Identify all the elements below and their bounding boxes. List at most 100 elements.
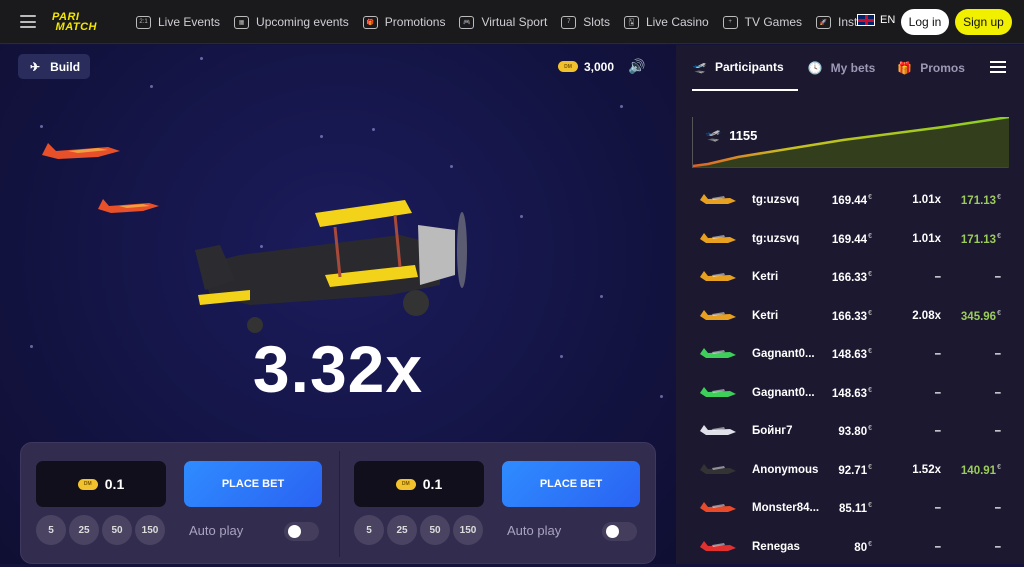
opponent-jet-icon [95,195,161,219]
cashout-multiplier: – [935,348,941,360]
chip-50[interactable]: 50 [102,515,132,545]
parimatch-logo[interactable]: PARI MATCH [52,12,97,32]
chip-25[interactable]: 25 [387,515,417,545]
participant-row: Anonymous 92.71€ 1.52x 140.91€ [676,452,1024,491]
currency-symbol: € [868,425,872,432]
bet-value: 166.33 [832,272,867,284]
chip-50[interactable]: 50 [420,515,450,545]
takeoff-icon: 🛫 [692,60,707,74]
player-plane-icon [698,383,738,403]
auto-play-label: Auto play [189,523,243,538]
bet-amount-value: 0.1 [423,476,442,492]
nav-item-slots[interactable]: 7Slots [561,15,610,29]
participants-chart: 🛫1155 [692,117,1008,168]
place-bet-button[interactable]: PLACE BET [184,461,322,507]
chip-25[interactable]: 25 [69,515,99,545]
chip-150[interactable]: 150 [453,515,483,545]
bet-amount: 148.63€ [832,387,872,400]
chip-5[interactable]: 5 [36,515,66,545]
player-plane-icon [698,421,738,441]
bet-value: 93.80 [838,426,867,438]
build-label: Build [50,60,80,74]
win-amount: 171.13€ [961,233,1001,246]
nav-label: Virtual Sport [481,15,547,29]
bet-amount-input[interactable]: DM 0.1 [354,461,484,507]
bet-value: 148.63 [832,349,867,361]
bet-amount-input[interactable]: DM0.1 [36,461,166,507]
tab-my-bets[interactable]: 🕓My bets [808,45,890,91]
nav-item-virtual-sport[interactable]: 🎮 Virtual Sport [459,15,547,29]
top-navigation-bar: PARI MATCH 2:1Live Events ▦Upcoming event… [0,0,1024,44]
star [372,128,375,131]
bet-value: 169.44 [832,233,867,245]
currency-symbol: € [997,310,1001,317]
player-name: Monster84... [752,502,824,514]
gamepad-icon: 🎮 [459,16,474,29]
currency-symbol: € [997,233,1001,240]
cashout-multiplier: – [935,271,941,283]
bet-value: 148.63 [832,387,867,399]
win-value: 171.13 [961,195,996,207]
currency-symbol: € [868,310,872,317]
panel-menu-icon[interactable] [990,61,1006,73]
win-amount: – [995,541,1001,553]
win-value: – [995,425,1001,437]
gift-icon: 🎁 [363,16,378,29]
win-value: – [995,541,1001,553]
player-plane-icon [698,344,738,364]
nav-label: Slots [583,15,610,29]
tab-label: My bets [831,61,876,75]
bet-amount: 169.44€ [832,233,872,246]
tab-participants[interactable]: 🛫Participants [692,45,798,91]
nav-item-live-casino[interactable]: 🂡Live Casino [624,15,709,29]
nav-label: Live Events [158,15,220,29]
participant-row: tg:uzsvq 169.44€ 1.01x 171.13€ [676,221,1024,260]
airplane-icon: ✈ [30,60,40,74]
bet-value: 92.71 [838,464,867,476]
place-bet-button[interactable]: PLACE BET [502,461,640,507]
tv-games-icon: + [723,16,738,29]
bet-panel: DM0.1 PLACE BET 52550150 Auto play DM0.1… [20,442,656,564]
bet-amount: 169.44€ [832,194,872,207]
panel-tabs: 🛫Participants🕓My bets🎁Promos [692,45,1008,91]
chip-5[interactable]: 5 [354,515,384,545]
auto-play-toggle[interactable] [284,522,319,541]
win-value: – [995,387,1001,399]
nav-item-upcoming-events[interactable]: ▦Upcoming events [234,15,349,29]
coin-icon: DM [396,479,416,490]
auto-play-toggle[interactable] [602,522,637,541]
nav-item-promotions[interactable]: 🎁Promotions [363,15,446,29]
win-amount: – [995,502,1001,514]
tab-promos[interactable]: 🎁Promos [897,45,979,91]
participant-row: Renegas 80€ – – [676,529,1024,567]
player-name: Бойнг7 [752,425,824,437]
cashout-multiplier: – [935,502,941,514]
win-amount: – [995,387,1001,399]
nav-item-tv-games[interactable]: +TV Games [723,15,802,29]
star [450,165,453,168]
signup-button[interactable]: Sign up [955,9,1012,35]
tab-label: Promos [920,61,965,75]
build-mode-button[interactable]: ✈ Build [18,54,90,79]
chip-150[interactable]: 150 [135,515,165,545]
bet-slot-2: DM0.1 PLACE BET 52550150 Auto play [339,443,657,564]
quick-chips: 52550150 [354,515,483,545]
player-plane-icon [698,306,738,326]
bet-value: 169.44 [832,195,867,207]
participant-row: Gagnant0... 148.63€ – – [676,336,1024,375]
currency-symbol: € [868,502,872,509]
participant-row: Monster84... 85.11€ – – [676,490,1024,529]
hamburger-menu-icon[interactable] [20,15,36,28]
language-selector[interactable]: EN [857,14,895,26]
bet-slot-1: DM0.1 PLACE BET 52550150 Auto play [21,443,339,564]
player-plane-icon [698,190,738,210]
nav-item-live-events[interactable]: 2:1Live Events [136,15,220,29]
cashout-multiplier: 1.01x [912,233,941,245]
sound-icon[interactable]: 🔊 [628,58,645,75]
bet-amount: 80€ [854,541,872,554]
balance-display: DM3,000🔊 [558,58,645,75]
login-button[interactable]: Log in [901,9,949,35]
player-name: tg:uzsvq [752,194,824,206]
player-plane-icon [698,460,738,480]
cards-icon: 🂡 [624,16,639,29]
